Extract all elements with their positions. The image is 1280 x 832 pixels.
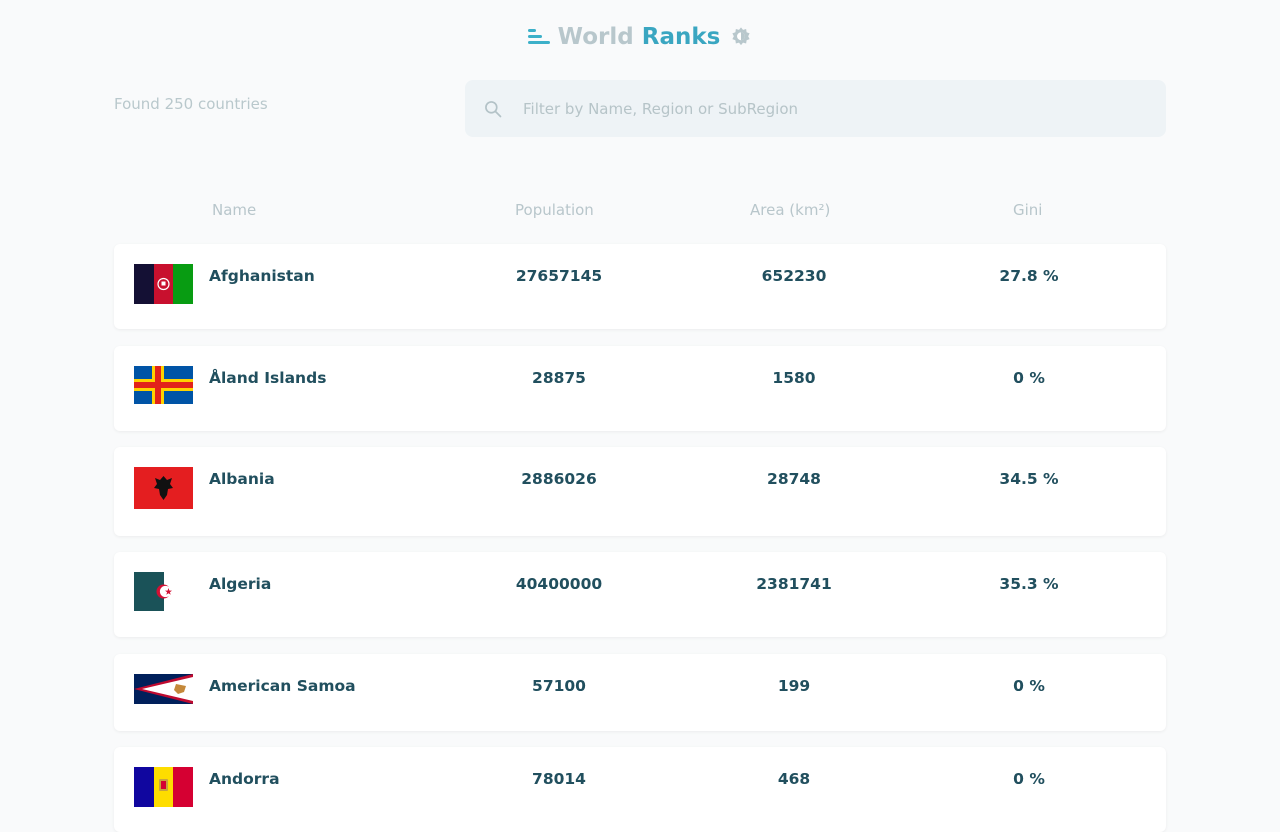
flag-andorra xyxy=(134,767,193,807)
country-population: 40400000 xyxy=(515,575,603,593)
app-title-ranks: Ranks xyxy=(641,24,721,50)
search-box[interactable] xyxy=(465,80,1166,137)
country-population: 27657145 xyxy=(515,267,603,285)
table-row[interactable]: Åland Islands 28875 1580 0 % xyxy=(114,346,1166,431)
country-name: American Samoa xyxy=(209,677,356,695)
bar-chart-icon xyxy=(527,28,550,46)
app-title: World Ranks xyxy=(558,24,721,50)
country-name: Andorra xyxy=(209,770,280,788)
country-population: 78014 xyxy=(532,770,586,788)
flag-afghanistan xyxy=(134,264,193,304)
country-area: 28748 xyxy=(767,470,821,488)
country-name: Afghanistan xyxy=(209,267,315,285)
country-population: 57100 xyxy=(532,677,586,695)
table-row[interactable]: Andorra 78014 468 0 % xyxy=(114,747,1166,832)
country-area: 2381741 xyxy=(756,575,832,593)
theme-toggle-icon[interactable] xyxy=(730,26,752,48)
country-area: 1580 xyxy=(772,369,816,387)
country-population: 2886026 xyxy=(521,470,597,488)
country-gini: 0 % xyxy=(1013,677,1045,695)
flag-aland-islands xyxy=(134,366,193,404)
column-header-area[interactable]: Area (km²) xyxy=(750,201,830,219)
column-header-name[interactable]: Name xyxy=(212,201,256,219)
table-row[interactable]: American Samoa 57100 199 0 % xyxy=(114,654,1166,731)
column-header-population[interactable]: Population xyxy=(515,201,594,219)
country-population: 28875 xyxy=(532,369,586,387)
country-gini: 0 % xyxy=(1013,770,1045,788)
search-input[interactable] xyxy=(521,98,1125,119)
country-name: Algeria xyxy=(209,575,272,593)
country-name: Albania xyxy=(209,470,275,488)
search-icon xyxy=(485,100,502,117)
results-count: Found 250 countries xyxy=(114,95,268,113)
country-gini: 34.5 % xyxy=(999,470,1059,488)
country-area: 199 xyxy=(777,677,811,695)
country-area: 652230 xyxy=(761,267,827,285)
app-header: World Ranks xyxy=(0,20,1280,54)
table-row[interactable]: Afghanistan 27657145 652230 27.8 % xyxy=(114,244,1166,329)
table-row[interactable]: Algeria 40400000 2381741 35.3 % xyxy=(114,552,1166,637)
column-header-gini[interactable]: Gini xyxy=(1013,201,1042,219)
app-title-world: World xyxy=(557,24,634,50)
flag-american-samoa xyxy=(134,674,193,704)
country-gini: 0 % xyxy=(1013,369,1045,387)
country-gini: 35.3 % xyxy=(999,575,1059,593)
table-row[interactable]: Albania 2886026 28748 34.5 % xyxy=(114,447,1166,536)
flag-albania xyxy=(134,467,193,509)
country-gini: 27.8 % xyxy=(999,267,1059,285)
flag-algeria xyxy=(134,572,193,611)
country-area: 468 xyxy=(777,770,811,788)
country-name: Åland Islands xyxy=(209,369,327,387)
